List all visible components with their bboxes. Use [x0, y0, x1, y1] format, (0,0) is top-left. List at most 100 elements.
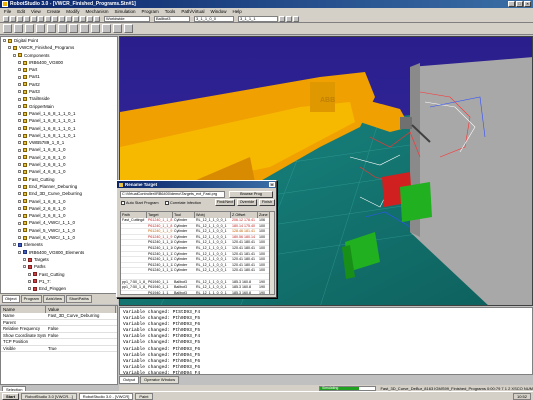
menu-simulation[interactable]: Simulation: [115, 8, 136, 15]
tree-node[interactable]: Panel_4_VWCr_1_1_0: [1, 219, 117, 226]
tree-node[interactable]: Panel_1_6_8_1_1_0_1: [1, 117, 117, 124]
tree-node[interactable]: Panel_3_6_8_1_0: [1, 161, 117, 168]
taskbar-item[interactable]: RobotStudio 3.0 - [VWCR]: [78, 392, 134, 400]
dialog-close-button[interactable]: ×: [269, 182, 275, 187]
tab-object[interactable]: Object: [2, 295, 20, 303]
cut-icon[interactable]: [31, 15, 37, 22]
taskbar-item[interactable]: RobotStudio 3.0 [VWCR...]: [21, 392, 77, 400]
view-side-icon[interactable]: [58, 24, 67, 33]
tree-node[interactable]: Targets: [1, 256, 117, 263]
paste-icon[interactable]: [45, 15, 51, 22]
expand-icon[interactable]: [18, 155, 21, 159]
expand-icon[interactable]: [18, 61, 21, 65]
zoom-icon[interactable]: [94, 15, 100, 22]
tab-axisview[interactable]: AxisView: [42, 295, 66, 303]
copy-icon[interactable]: [38, 15, 44, 22]
help-icon[interactable]: [66, 15, 72, 22]
tree-node[interactable]: Panel_2_6_8_1_0: [1, 205, 117, 212]
browse-prog-button[interactable]: Browse Prog: [229, 191, 273, 198]
create-path-icon[interactable]: [286, 15, 292, 22]
stop-icon[interactable]: [14, 24, 23, 33]
tree-node[interactable]: Part: [1, 66, 117, 73]
tree-node[interactable]: Panel_1_6_8_1_0: [1, 146, 117, 153]
expand-icon[interactable]: [18, 68, 21, 72]
menu-path-virtual[interactable]: Path/Virtual: [181, 8, 204, 15]
expand-icon[interactable]: [18, 126, 21, 130]
finish-button[interactable]: Finish: [259, 199, 275, 206]
tree-node[interactable]: Panel_4_6_8_1_0: [1, 168, 117, 175]
tree-node[interactable]: Panel_1_6_8_1_0: [1, 198, 117, 205]
new-icon[interactable]: [3, 15, 9, 22]
tree-node[interactable]: GripperMain: [1, 103, 117, 110]
start-button[interactable]: Start: [2, 392, 20, 400]
close-button[interactable]: ×: [524, 1, 531, 7]
tab-program[interactable]: Program: [20, 295, 42, 303]
property-row[interactable]: Visible True: [1, 346, 117, 352]
tree-node[interactable]: Elements: [1, 241, 117, 248]
menu-mechanism[interactable]: Mechanism: [86, 8, 109, 15]
auto-start-checkbox-box[interactable]: [121, 201, 125, 205]
expand-icon[interactable]: [18, 214, 21, 218]
expand-icon[interactable]: [18, 206, 21, 210]
expand-icon[interactable]: [18, 170, 21, 174]
tree-node[interactable]: TrailInside: [1, 95, 117, 102]
tree-node[interactable]: Panel_3_6_8_1_0: [1, 212, 117, 219]
menu-window[interactable]: Window: [211, 8, 227, 15]
menu-view[interactable]: View: [31, 8, 41, 15]
expand-icon[interactable]: [18, 148, 21, 152]
targets-table[interactable]: Path Target Tool Wobj Z Offset Zone Fast…: [120, 211, 275, 295]
tree-node[interactable]: End_Pinggen: [1, 285, 117, 292]
menu-program[interactable]: Program: [142, 8, 159, 15]
expand-icon[interactable]: [18, 119, 21, 123]
property-value[interactable]: Fast_3D_Curve_Deburring: [46, 313, 116, 319]
expand-icon[interactable]: [18, 185, 21, 189]
workobject-select[interactable]: 3_1_1_1: [238, 15, 278, 22]
tree-node[interactable]: Panel_1_6_8_1_1_0_1: [1, 132, 117, 139]
expand-icon[interactable]: [18, 177, 21, 181]
tree-node[interactable]: IRB6400_VG800: [1, 59, 117, 66]
expand-icon[interactable]: [18, 134, 21, 137]
tab-output[interactable]: Output: [119, 376, 140, 384]
tree-node[interactable]: IRB6400_VG800_Elements: [1, 249, 117, 256]
expand-icon[interactable]: [23, 265, 26, 269]
tree-node[interactable]: Paths: [1, 263, 117, 270]
redo-icon[interactable]: [59, 15, 65, 22]
expand-icon[interactable]: [18, 82, 21, 86]
expand-icon[interactable]: [18, 104, 21, 108]
find-next-button[interactable]: Find/Next: [215, 199, 235, 206]
tab-shortpaths[interactable]: ShortPaths: [66, 295, 92, 303]
maximize-button[interactable]: □: [516, 1, 523, 7]
play-icon[interactable]: [3, 24, 12, 33]
rotate-icon[interactable]: [87, 15, 93, 22]
move-icon[interactable]: [80, 15, 86, 22]
tree-node[interactable]: Components: [1, 52, 117, 59]
view-front-icon[interactable]: [36, 24, 45, 33]
expand-icon[interactable]: [28, 279, 31, 283]
tree-node[interactable]: Panel_1_6_8_1_1_0_1: [1, 125, 117, 132]
tree-node[interactable]: Panel_2_6_8_1_0: [1, 154, 117, 161]
collision-icon[interactable]: [124, 24, 133, 33]
view-iso-icon[interactable]: [69, 24, 78, 33]
teach-target-icon[interactable]: [279, 15, 285, 22]
undo-icon[interactable]: [52, 15, 58, 22]
table-scrollbar[interactable]: [269, 212, 274, 294]
property-value[interactable]: True: [46, 346, 116, 352]
save-icon[interactable]: [17, 15, 23, 22]
menu-file[interactable]: File: [4, 8, 11, 15]
tree-node[interactable]: Panel_1_6_8_1_1_0_1: [1, 110, 117, 117]
expand-icon[interactable]: [18, 221, 21, 225]
expand-icon[interactable]: [18, 163, 21, 167]
expand-icon[interactable]: [18, 75, 21, 79]
jog-icon[interactable]: [293, 15, 299, 22]
tree-node[interactable]: Digital Point: [1, 37, 117, 44]
expand-icon[interactable]: [18, 97, 21, 101]
snap-icon[interactable]: [102, 24, 111, 33]
expand-icon[interactable]: [18, 250, 21, 254]
select-icon[interactable]: [73, 15, 79, 22]
expand-icon[interactable]: [8, 46, 11, 50]
expand-icon[interactable]: [18, 90, 21, 94]
tree-node[interactable]: P1_7:: [1, 278, 117, 285]
tree-node[interactable]: Fast_Cutting: [1, 176, 117, 183]
property-value[interactable]: [46, 339, 116, 345]
property-value[interactable]: [46, 320, 116, 326]
